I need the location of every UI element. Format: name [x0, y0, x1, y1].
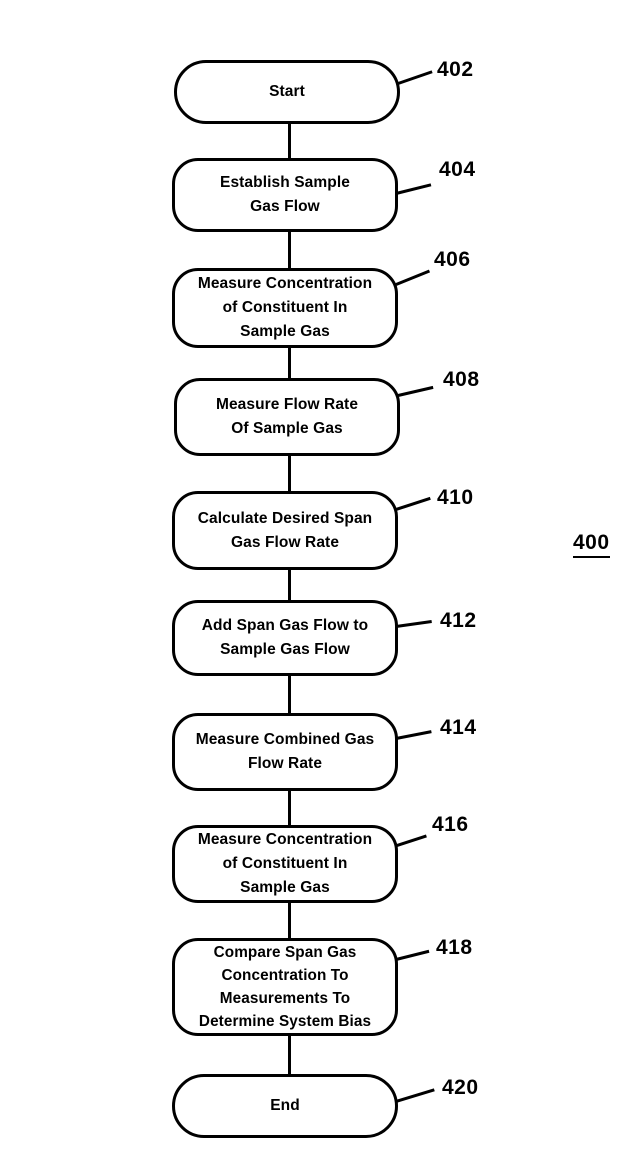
connector-414-416	[288, 789, 291, 827]
flowchart-node-420[interactable]: End	[172, 1074, 398, 1138]
flowchart-node-402-label: Start	[269, 83, 305, 100]
leader-line-406	[395, 269, 430, 286]
reference-numeral-402: 402	[437, 58, 474, 81]
flowchart-node-418[interactable]: Compare Span Gas Concentration To Measur…	[172, 938, 398, 1036]
reference-numeral-410: 410	[437, 486, 474, 509]
connector-406-408	[288, 345, 291, 380]
connector-408-410	[288, 454, 291, 494]
flowchart-node-414-label: Measure Combined Gas Flow Rate	[195, 731, 375, 772]
flowchart-node-418-label: Compare Span Gas Concentration To Measur…	[198, 944, 372, 1030]
leader-line-418	[395, 949, 430, 961]
leader-line-414	[395, 730, 432, 740]
connector-416-418	[288, 901, 291, 941]
reference-numeral-418: 418	[436, 936, 473, 959]
connector-412-414	[288, 674, 291, 716]
reference-numeral-416: 416	[432, 813, 469, 836]
flowchart-node-404[interactable]: Establish Sample Gas Flow	[172, 158, 398, 232]
flowchart-node-420-label: End	[270, 1097, 300, 1114]
reference-numeral-412: 412	[440, 609, 477, 632]
leader-line-416	[393, 834, 427, 848]
flowchart-node-406-label: Measure Concentration of Constituent In …	[197, 275, 373, 340]
leader-line-412	[395, 620, 432, 628]
flowchart-node-412-label: Add Span Gas Flow to Sample Gas Flow	[201, 617, 369, 658]
connector-410-412	[288, 568, 291, 602]
reference-numeral-414: 414	[440, 716, 477, 739]
connector-418-420	[288, 1034, 291, 1076]
flowchart-node-408[interactable]: Measure Flow Rate Of Sample Gas	[174, 378, 400, 456]
flowchart-node-416-label: Measure Concentration of Constituent In …	[197, 831, 373, 896]
leader-line-408	[397, 385, 434, 397]
flowchart-node-410-label: Calculate Desired Span Gas Flow Rate	[197, 509, 373, 551]
flowchart-node-404-label: Establish Sample Gas Flow	[220, 174, 350, 215]
flowchart-node-408-label: Measure Flow Rate Of Sample Gas	[215, 396, 359, 437]
reference-numeral-420: 420	[442, 1076, 479, 1099]
reference-numeral-408: 408	[443, 368, 480, 391]
reference-numeral-404: 404	[439, 158, 476, 181]
flowchart-node-416[interactable]: Measure Concentration of Constituent In …	[172, 825, 398, 903]
flowchart-node-406[interactable]: Measure Concentration of Constituent In …	[172, 268, 398, 348]
reference-numeral-406: 406	[434, 248, 471, 271]
flowchart-node-414[interactable]: Measure Combined Gas Flow Rate	[172, 713, 398, 791]
patent-flowchart-figure: Start Establish Sample Gas Flow Measure …	[0, 0, 634, 1168]
leader-line-402	[397, 70, 433, 85]
flowchart-node-410[interactable]: Calculate Desired Span Gas Flow Rate	[172, 491, 398, 570]
flowchart-node-402[interactable]: Start	[174, 60, 400, 124]
leader-line-404	[395, 183, 432, 195]
leader-line-410	[395, 496, 431, 511]
connector-402-404	[288, 122, 291, 162]
flowchart-node-412[interactable]: Add Span Gas Flow to Sample Gas Flow	[172, 600, 398, 676]
figure-reference-numeral: 400	[573, 531, 610, 558]
connector-404-406	[288, 230, 291, 272]
leader-line-420	[395, 1088, 435, 1103]
